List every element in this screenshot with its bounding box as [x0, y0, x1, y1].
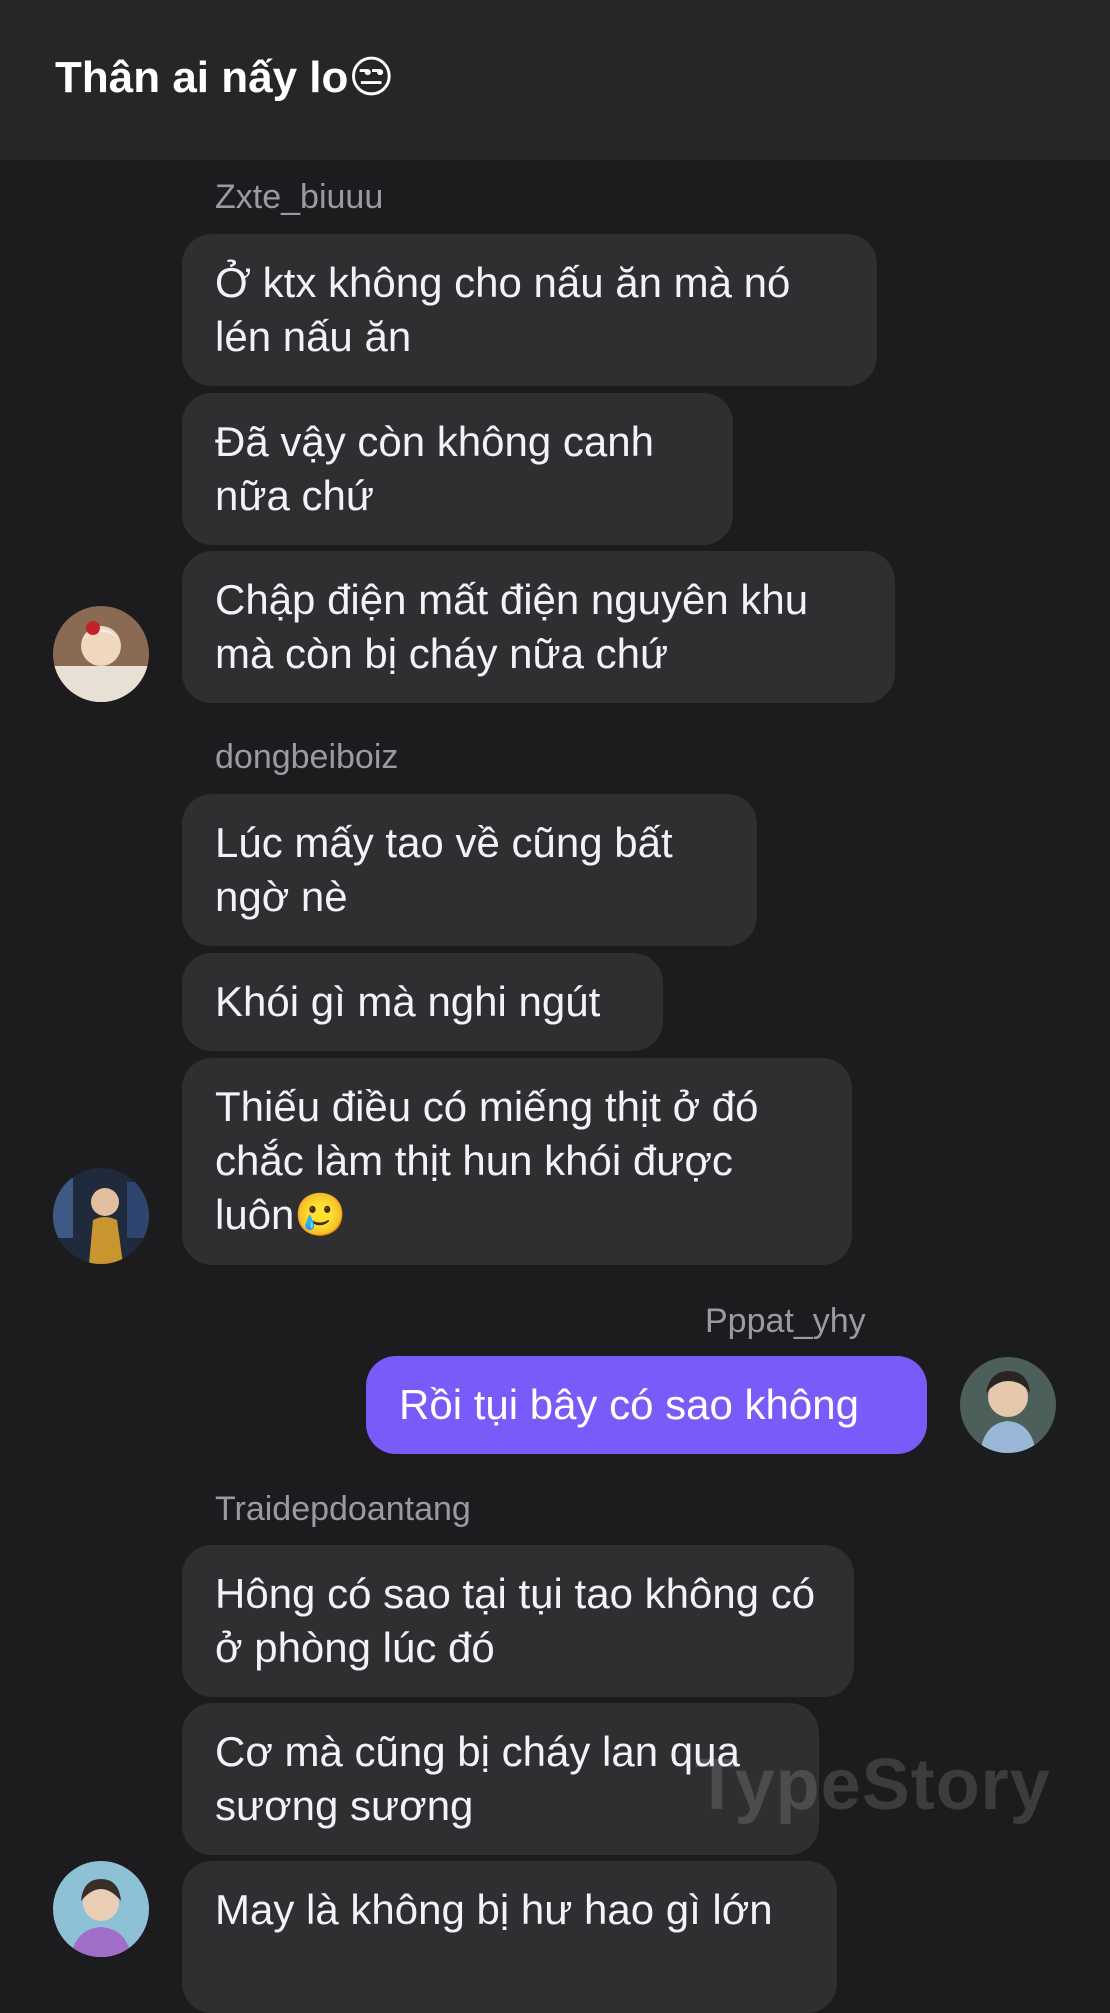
own-avatar[interactable] [960, 1357, 1056, 1453]
sender-name: Pppat_yhy [705, 1302, 866, 1340]
chat-title[interactable]: Thân ai nấy lo😒 [55, 52, 394, 103]
sender-avatar[interactable] [53, 1861, 149, 1957]
message-bubble[interactable]: Hông có sao tại tụi tao không có ở phòng… [182, 1545, 854, 1697]
chat-header: Thân ai nấy lo😒 [0, 0, 1110, 160]
sender-name: Traidepdoantang [215, 1490, 471, 1528]
message-bubble[interactable]: Thiếu điều có miếng thịt ở đó chắc làm t… [182, 1058, 852, 1265]
message-bubble[interactable]: Khói gì mà nghi ngút [182, 953, 663, 1051]
sender-avatar[interactable] [53, 1168, 149, 1264]
own-message-bubble[interactable]: Rồi tụi bây có sao không [366, 1356, 927, 1454]
watermark: TypeStory [695, 1745, 1051, 1825]
message-list[interactable]: Zxte_biuuu Ở ktx không cho nấu ăn mà nó … [0, 160, 1110, 2013]
message-bubble[interactable]: Lúc mấy tao về cũng bất ngờ nè [182, 794, 757, 946]
message-bubble[interactable]: Đã vậy còn không canh nữa chứ [182, 393, 733, 545]
message-bubble[interactable]: Ở ktx không cho nấu ăn mà nó lén nấu ăn [182, 234, 877, 386]
sender-name: dongbeiboiz [215, 738, 399, 776]
sender-name: Zxte_biuuu [215, 178, 384, 216]
sender-avatar[interactable] [53, 606, 149, 702]
message-bubble[interactable]: Chập điện mất điện nguyên khu mà còn bị … [182, 551, 895, 703]
message-bubble[interactable]: May là không bị hư hao gì lớn [182, 1861, 837, 2013]
